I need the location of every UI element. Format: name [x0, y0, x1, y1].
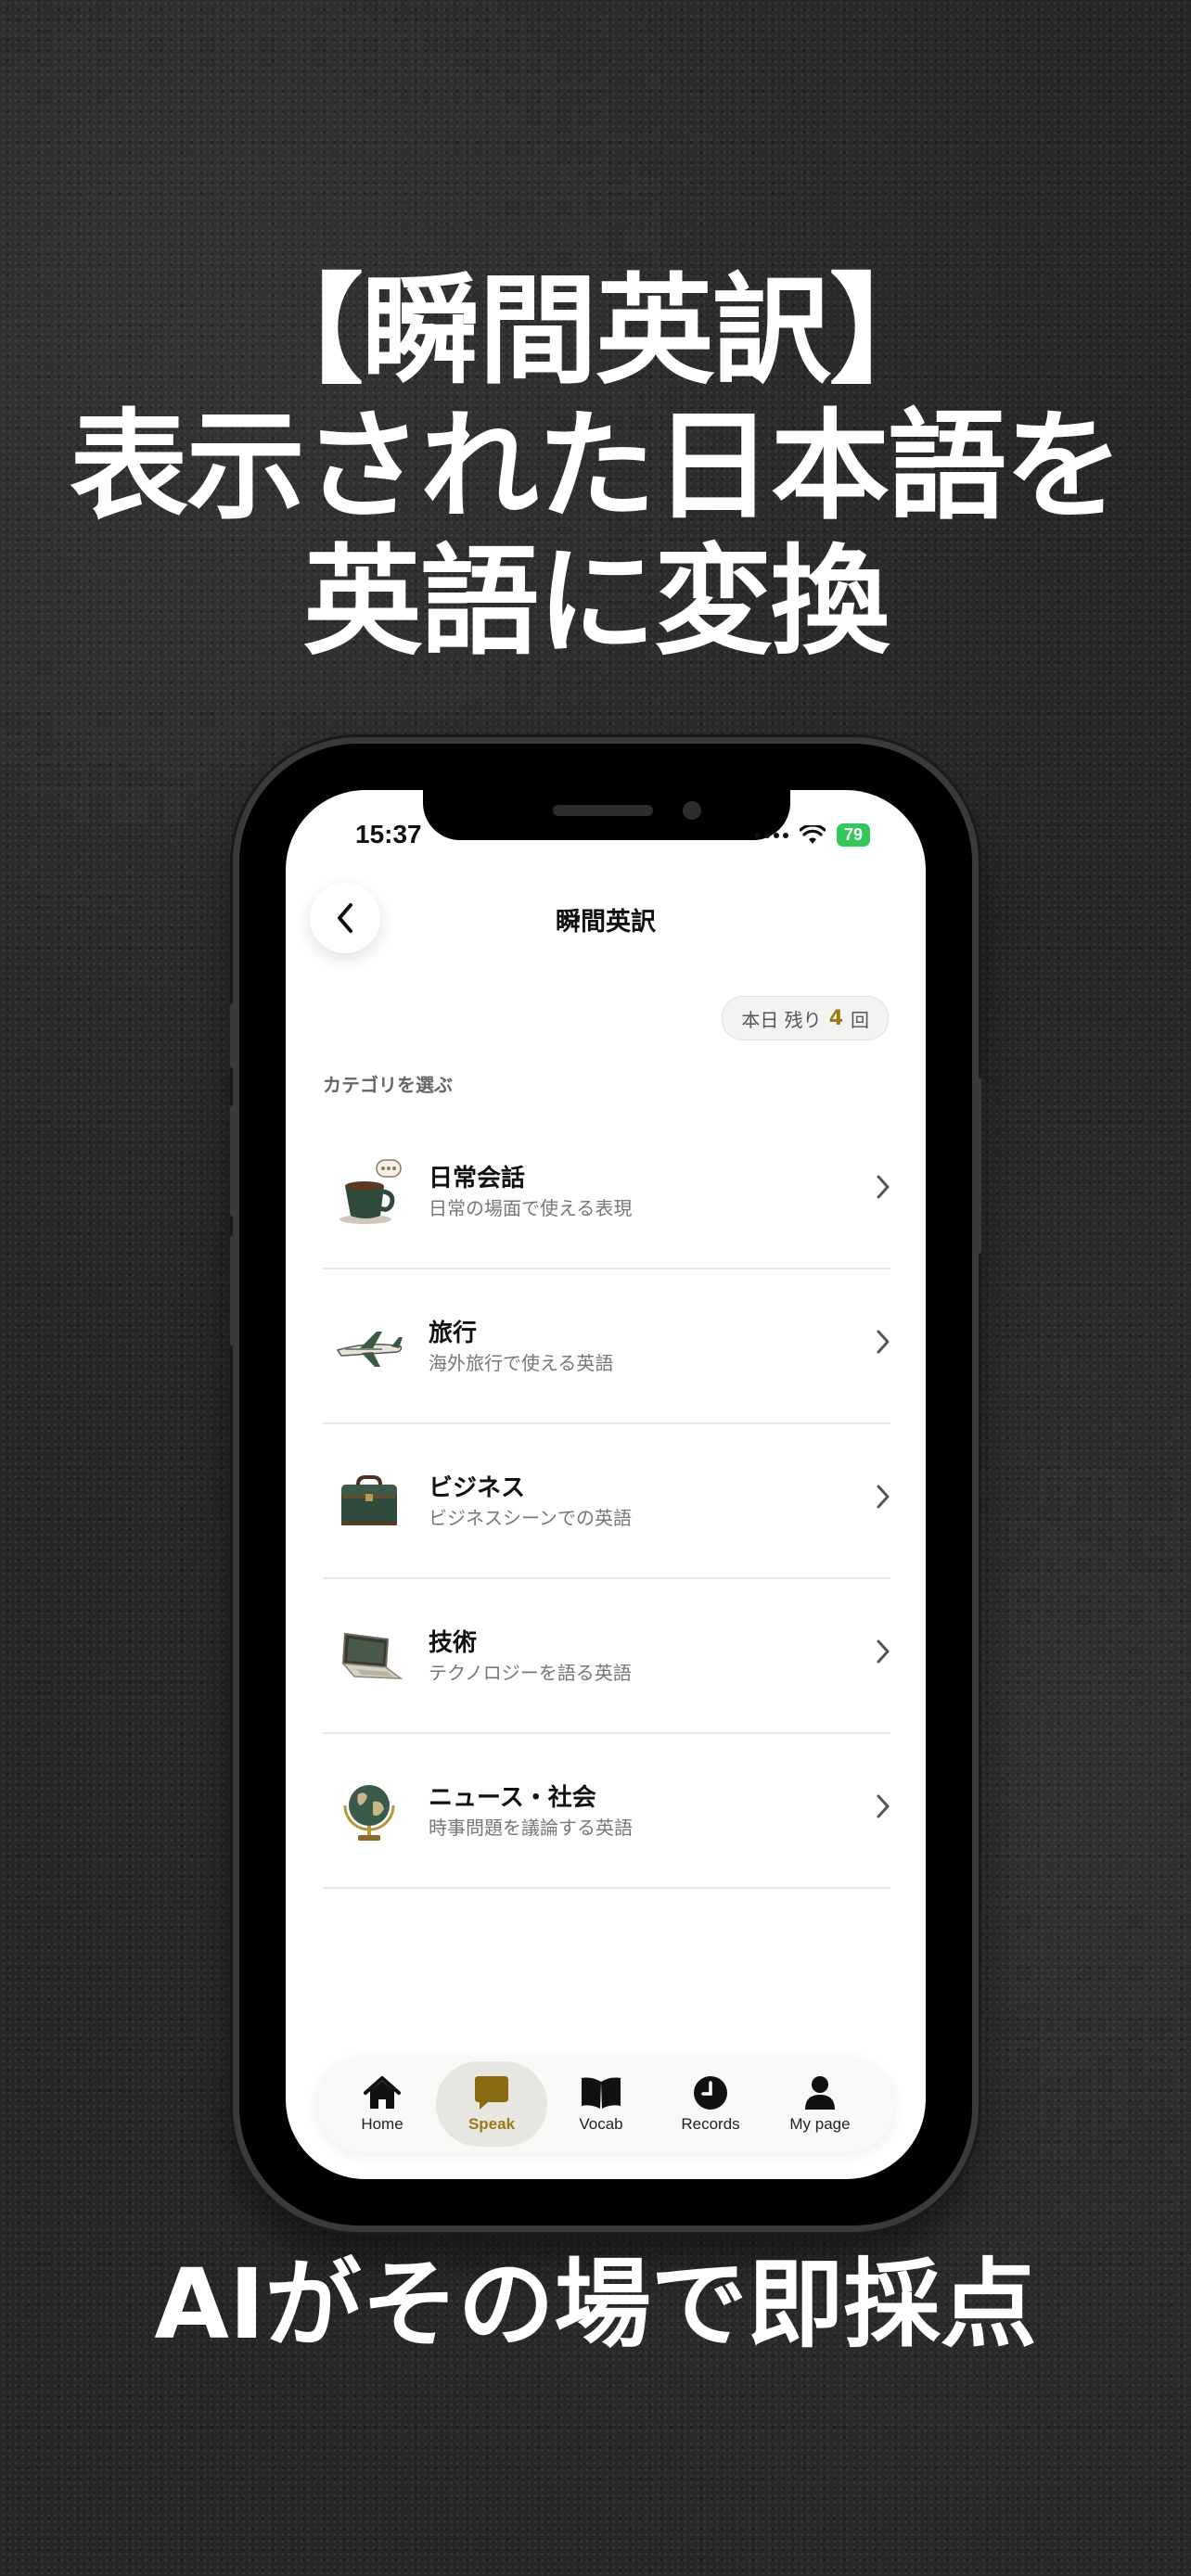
coffee-cup-icon	[339, 1158, 402, 1224]
category-title: 旅行	[429, 1319, 478, 1347]
category-title: ビジネス	[429, 1473, 526, 1502]
phone-frame: 15:37 79 瞬間英訳 本日 残り 4 回 カテゴリを選ぶ 日常会話 日常の…	[230, 744, 981, 2225]
category-title: 技術	[429, 1628, 478, 1657]
notch	[423, 790, 790, 840]
person-icon	[805, 2076, 835, 2110]
category-subtitle: 海外旅行で使える英語	[429, 1351, 614, 1374]
book-icon	[582, 2077, 621, 2109]
chevron-right-icon	[877, 1175, 890, 1199]
clock-icon	[694, 2076, 727, 2110]
earpiece-speaker	[553, 805, 653, 816]
headline-line-3: 英語に変換	[302, 533, 890, 671]
page-title: 瞬間英訳	[556, 908, 656, 937]
front-camera	[683, 801, 701, 820]
briefcase-icon	[341, 1474, 397, 1525]
tab-label: Records	[681, 2115, 740, 2133]
section-label: カテゴリを選ぶ	[323, 1074, 453, 1096]
speech-bubble-icon	[475, 2076, 508, 2110]
airplane-icon	[336, 1331, 403, 1367]
category-title: ニュース・社会	[429, 1783, 596, 1812]
chevron-right-icon	[877, 1330, 890, 1354]
remaining-count: 4	[828, 1006, 843, 1030]
category-subtitle: 日常の場面で使える表現	[429, 1196, 633, 1219]
tab-my-page[interactable]: My page	[764, 2061, 876, 2147]
remaining-prefix: 本日 残り	[741, 1008, 822, 1031]
remaining-count-badge: 本日 残り 4 回	[722, 996, 889, 1040]
category-list: 日常会話 日常の場面で使える表現 旅行 海外旅行で使える英語 ビジネス ビジネス…	[323, 1115, 890, 1889]
battery-indicator: 79	[836, 823, 870, 847]
status-time: 15:37	[355, 820, 422, 848]
category-item-travel[interactable]: 旅行 海外旅行で使える英語	[323, 1269, 890, 1424]
tab-label: Home	[361, 2115, 403, 2133]
promo-footer: AIがその場で即採点	[154, 2248, 1037, 2361]
tab-home[interactable]: Home	[327, 2061, 438, 2147]
chevron-right-icon	[877, 1485, 890, 1509]
category-item-business[interactable]: ビジネス ビジネスシーンでの英語	[323, 1424, 890, 1579]
headline-line-2: 表示された日本語を	[69, 398, 1123, 536]
category-subtitle: ビジネスシーンでの英語	[429, 1506, 632, 1529]
mute-switch	[230, 1003, 236, 1068]
tab-label: My page	[789, 2115, 851, 2133]
tab-vocab[interactable]: Vocab	[545, 2061, 657, 2147]
tab-bar: Home Speak Vocab Records My page	[317, 2056, 894, 2152]
signal-icon	[754, 832, 788, 838]
tab-speak[interactable]: Speak	[436, 2061, 547, 2147]
category-item-tech[interactable]: 技術 テクノロジーを語る英語	[323, 1579, 890, 1734]
remaining-suffix: 回	[851, 1008, 869, 1031]
volume-up-button	[230, 1105, 236, 1217]
volume-down-button	[230, 1235, 236, 1346]
phone-screen: 15:37 79 瞬間英訳 本日 残り 4 回 カテゴリを選ぶ 日常会話 日常の…	[286, 790, 926, 2179]
wifi-icon	[799, 824, 826, 844]
headline-line-1: 【瞬間英訳】	[244, 262, 948, 401]
tab-label: Vocab	[579, 2115, 623, 2133]
category-item-daily[interactable]: 日常会話 日常の場面で使える表現	[323, 1115, 890, 1269]
category-subtitle: 時事問題を議論する英語	[429, 1816, 633, 1839]
power-button	[976, 1078, 981, 1254]
chevron-right-icon	[877, 1639, 890, 1664]
laptop-icon	[341, 1632, 403, 1679]
globe-icon	[343, 1784, 395, 1841]
category-subtitle: テクノロジーを語る英語	[429, 1661, 632, 1684]
status-icons: 79	[754, 823, 870, 847]
tab-records[interactable]: Records	[655, 2061, 766, 2147]
chevron-right-icon	[877, 1794, 890, 1818]
promo-headline: 【瞬間英訳】 表示された日本語を 英語に変換	[0, 264, 1191, 670]
home-icon	[364, 2076, 401, 2109]
tab-label: Speak	[467, 2115, 516, 2133]
category-title: 日常会話	[429, 1164, 526, 1192]
category-item-news[interactable]: ニュース・社会 時事問題を議論する英語	[323, 1734, 890, 1889]
